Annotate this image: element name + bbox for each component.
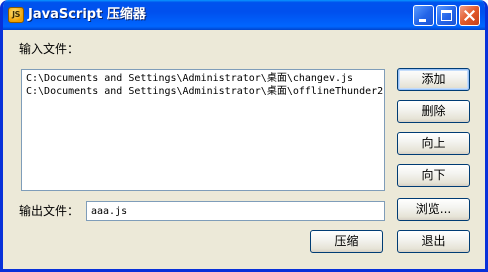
delete-button[interactable]: 删除 [397,100,470,123]
maximize-button[interactable] [436,5,457,26]
close-icon [464,10,475,21]
input-files-label: 输入文件： [19,42,80,56]
list-item[interactable]: C:\Documents and Settings\Administrator\… [26,72,353,85]
window-title: JavaScript 压缩器 [28,7,146,22]
output-file-label: 输出文件： [19,204,80,218]
title-bar[interactable]: JS JavaScript 压缩器 [3,0,485,30]
js-app-icon: JS [8,7,24,23]
compress-button[interactable]: 压缩 [310,230,383,253]
add-button[interactable]: 添加 [397,68,470,91]
maximize-icon [441,10,452,21]
close-button[interactable] [459,5,480,26]
move-up-button[interactable]: 向上 [397,132,470,155]
browse-button[interactable]: 浏览... [397,198,470,221]
minimize-icon [419,19,426,22]
input-files-list[interactable]: C:\Documents and Settings\Administrator\… [21,69,385,191]
move-down-button[interactable]: 向下 [397,164,470,187]
minimize-button[interactable] [413,5,434,26]
exit-button[interactable]: 退出 [397,230,470,253]
output-file-input[interactable] [86,201,385,221]
app-window: JS JavaScript 压缩器 输入文件： C:\Documents and… [0,0,488,272]
list-item[interactable]: C:\Documents and Settings\Administrator\… [26,85,383,98]
